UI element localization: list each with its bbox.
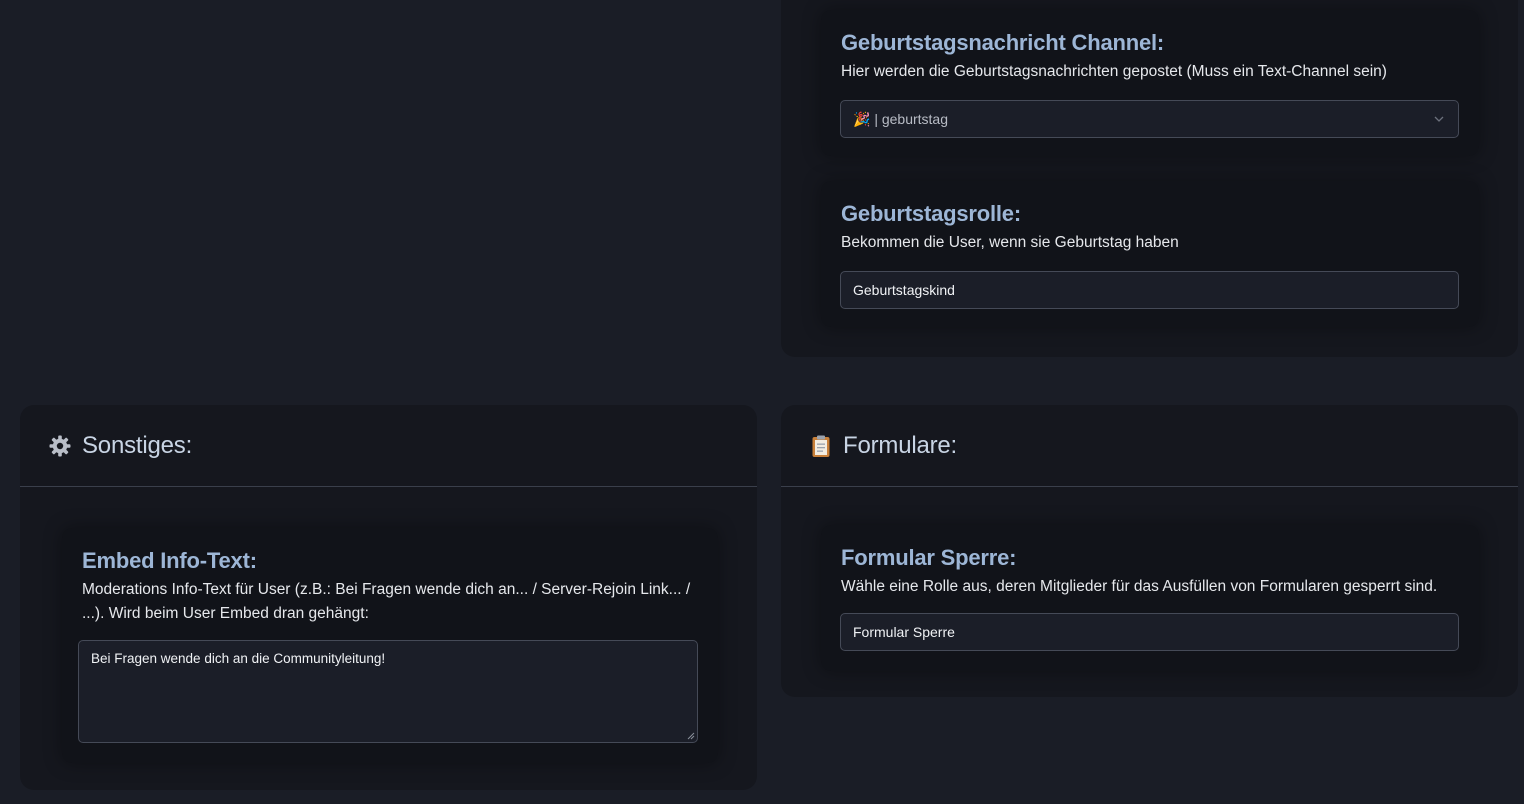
forms-panel-header: Formulare: <box>781 405 1518 487</box>
form-lock-description: Wähle eine Rolle aus, deren Mitglieder f… <box>841 578 1438 595</box>
embed-info-description: Moderations Info-Text für User (z.B.: Be… <box>82 581 691 622</box>
misc-panel: Sonstiges: Embed Info-Text: Moderations … <box>20 405 757 790</box>
birthday-role-description: Bekommen die User, wenn sie Geburtstag h… <box>841 234 1179 251</box>
misc-panel-header: Sonstiges: <box>20 405 757 487</box>
embed-info-textarea[interactable]: Bei Fragen wende dich an die Communityle… <box>78 640 698 743</box>
embed-info-title: Embed Info-Text: <box>82 548 257 573</box>
clipboard-icon <box>809 434 833 458</box>
birthday-channel-description: Hier werden die Geburtstagsnachrichten g… <box>841 63 1387 80</box>
forms-panel: Formulare: Formular Sperre: Wähle eine R… <box>781 405 1518 697</box>
birthday-channel-selected-value: 🎉 | geburtstag <box>853 110 949 127</box>
form-lock-title: Formular Sperre: <box>841 545 1017 570</box>
birthday-role-select[interactable]: Geburtstagskind <box>840 271 1459 309</box>
birthday-channel-title: Geburtstagsnachricht Channel: <box>841 30 1165 55</box>
form-lock-select[interactable]: Formular Sperre <box>840 613 1459 651</box>
form-lock-value: Formular Sperre <box>853 624 955 640</box>
misc-panel-title: Sonstiges: <box>82 431 193 459</box>
forms-panel-title: Formulare: <box>843 431 958 459</box>
chevron-down-icon <box>1434 116 1444 122</box>
birthday-role-value: Geburtstagskind <box>853 282 955 298</box>
birthday-channel-select[interactable]: 🎉 | geburtstag <box>840 100 1459 138</box>
resize-handle-icon[interactable] <box>687 732 695 740</box>
embed-info-value: Bei Fragen wende dich an die Communityle… <box>91 651 386 666</box>
birthday-role-title: Geburtstagsrolle: <box>841 201 1021 226</box>
birthday-panel: Geburtstagsnachricht Channel: Hier werde… <box>781 0 1518 357</box>
gear-icon <box>48 434 72 458</box>
